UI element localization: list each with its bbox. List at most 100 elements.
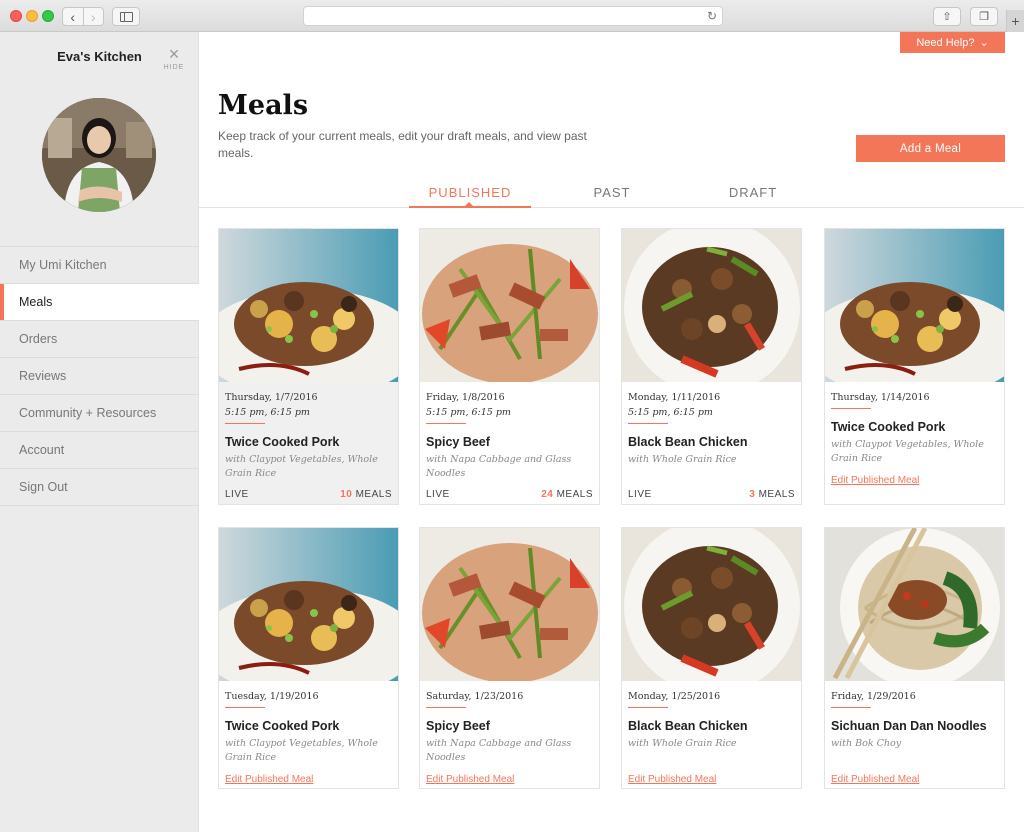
meal-card[interactable]: Monday, 1/25/2016 Black Bean Chicken wit… bbox=[621, 527, 802, 789]
meal-name: Twice Cooked Pork bbox=[831, 420, 946, 434]
meal-card[interactable]: Monday, 1/11/2016 5:15 pm, 6:15 pm Black… bbox=[621, 228, 802, 505]
meal-photo bbox=[219, 229, 398, 382]
divider bbox=[831, 707, 871, 708]
maximize-window-button[interactable] bbox=[42, 10, 54, 22]
meal-card[interactable]: Friday, 1/29/2016 Sichuan Dan Dan Noodle… bbox=[824, 527, 1005, 789]
meal-name: Spicy Beef bbox=[426, 435, 490, 449]
chevron-down-icon: ⌄ bbox=[979, 37, 989, 49]
reload-icon[interactable]: ↻ bbox=[707, 9, 717, 23]
minimize-window-button[interactable] bbox=[26, 10, 38, 22]
meal-tabs: PUBLISHED PAST DRAFT bbox=[199, 182, 1024, 208]
meal-card-body: Saturday, 1/23/2016 Spicy Beef with Napa… bbox=[420, 681, 599, 764]
status-badge: LIVE bbox=[426, 489, 450, 500]
edit-published-meal-link[interactable]: Edit Published Meal bbox=[831, 475, 919, 486]
edit-published-meal-link[interactable]: Edit Published Meal bbox=[628, 774, 716, 785]
sidebar-item-my-umi-kitchen[interactable]: My Umi Kitchen bbox=[0, 247, 199, 284]
meal-photo bbox=[825, 528, 1004, 681]
meal-photo bbox=[420, 528, 599, 681]
sidebar-icon bbox=[119, 11, 133, 22]
meal-status-row: LIVE 3 MEALS bbox=[628, 489, 795, 500]
show-tabs-button[interactable]: ❐ bbox=[970, 7, 998, 26]
hide-sidebar-button[interactable]: × HIDE bbox=[163, 44, 185, 71]
divider bbox=[628, 423, 668, 424]
meal-name: Black Bean Chicken bbox=[628, 719, 748, 733]
sidebar-item-reviews[interactable]: Reviews bbox=[0, 358, 199, 395]
sidebar-toggle-button[interactable] bbox=[112, 7, 140, 26]
meal-card-body: Thursday, 1/14/2016 Twice Cooked Pork wi… bbox=[825, 382, 1004, 465]
meal-card-body: Friday, 1/29/2016 Sichuan Dan Dan Noodle… bbox=[825, 681, 1004, 751]
meal-sides: with Whole Grain Rice bbox=[628, 454, 737, 465]
close-window-button[interactable] bbox=[10, 10, 22, 22]
meal-date: Friday, 1/29/2016 bbox=[831, 691, 916, 702]
edit-published-meal-link[interactable]: Edit Published Meal bbox=[225, 774, 313, 785]
address-bar[interactable]: ↻ bbox=[303, 6, 723, 26]
forward-arrow-icon[interactable]: › bbox=[82, 8, 104, 25]
meal-photo bbox=[622, 229, 801, 382]
close-icon: × bbox=[168, 44, 180, 64]
sidebar-item-label: Reviews bbox=[19, 369, 67, 383]
sidebar-item-orders[interactable]: Orders bbox=[0, 321, 199, 358]
meal-photo bbox=[622, 528, 801, 681]
divider bbox=[628, 707, 668, 708]
meal-count-wrap: 10 MEALS bbox=[340, 489, 392, 500]
meal-time: 5:15 pm, 6:15 pm bbox=[225, 407, 310, 418]
sidebar-item-community-resources[interactable]: Community + Resources bbox=[0, 395, 199, 432]
add-meal-button[interactable]: Add a Meal bbox=[856, 135, 1005, 162]
meal-count-wrap: 3 MEALS bbox=[749, 489, 795, 500]
meal-name: Sichuan Dan Dan Noodles bbox=[831, 719, 987, 733]
meal-card-body: Monday, 1/25/2016 Black Bean Chicken wit… bbox=[622, 681, 801, 751]
sidebar-item-label: Account bbox=[19, 443, 65, 457]
share-icon: ⇧ bbox=[942, 11, 952, 23]
back-arrow-icon[interactable]: ‹ bbox=[63, 8, 83, 25]
meal-date: Monday, 1/25/2016 bbox=[628, 691, 721, 702]
meal-count: 10 bbox=[340, 489, 353, 500]
chef-portrait bbox=[42, 98, 156, 212]
plus-icon: + bbox=[1011, 13, 1020, 29]
new-tab-button[interactable]: + bbox=[1006, 10, 1024, 32]
meal-name: Spicy Beef bbox=[426, 719, 490, 733]
divider bbox=[225, 707, 265, 708]
tab-draft[interactable]: DRAFT bbox=[692, 185, 814, 200]
avatar bbox=[42, 98, 156, 212]
divider bbox=[426, 423, 466, 424]
sidebar-item-sign-out[interactable]: Sign Out bbox=[0, 469, 199, 506]
tab-past[interactable]: PAST bbox=[551, 185, 673, 200]
meal-card[interactable]: Thursday, 1/14/2016 Twice Cooked Pork wi… bbox=[824, 228, 1005, 505]
meal-count-wrap: 24 MEALS bbox=[541, 489, 593, 500]
meal-date: Thursday, 1/7/2016 bbox=[225, 392, 318, 403]
sidebar-item-meals[interactable]: Meals bbox=[0, 284, 199, 321]
meal-time: 5:15 pm, 6:15 pm bbox=[426, 407, 511, 418]
sidebar-item-label: My Umi Kitchen bbox=[19, 258, 107, 272]
meal-date: Tuesday, 1/19/2016 bbox=[225, 691, 319, 702]
meal-card[interactable]: Tuesday, 1/19/2016 Twice Cooked Pork wit… bbox=[218, 527, 399, 789]
meal-name: Black Bean Chicken bbox=[628, 435, 748, 449]
meal-date: Saturday, 1/23/2016 bbox=[426, 691, 524, 702]
meal-card[interactable]: Thursday, 1/7/2016 5:15 pm, 6:15 pm Twic… bbox=[218, 228, 399, 505]
hide-label: HIDE bbox=[163, 64, 185, 71]
meal-sides: with Claypot Vegetables, Whole Grain Ric… bbox=[225, 454, 378, 479]
meal-card[interactable]: Saturday, 1/23/2016 Spicy Beef with Napa… bbox=[419, 527, 600, 789]
browser-toolbar: ‹ › ↻ ⇧ ❐ + bbox=[0, 0, 1024, 32]
divider bbox=[426, 707, 466, 708]
sidebar-item-account[interactable]: Account bbox=[0, 432, 199, 469]
meal-count-label: MEALS bbox=[758, 489, 795, 500]
need-help-button[interactable]: Need Help? ⌄ bbox=[900, 32, 1005, 53]
meal-date: Thursday, 1/14/2016 bbox=[831, 392, 930, 403]
edit-published-meal-link[interactable]: Edit Published Meal bbox=[831, 774, 919, 785]
tab-published[interactable]: PUBLISHED bbox=[409, 185, 531, 200]
share-button[interactable]: ⇧ bbox=[933, 7, 961, 26]
page-title: Meals bbox=[218, 90, 309, 121]
meal-sides: with Claypot Vegetables, Whole Grain Ric… bbox=[831, 439, 984, 464]
divider bbox=[831, 408, 871, 409]
meal-sides: with Napa Cabbage and Glass Noodles bbox=[426, 454, 572, 479]
meal-card-body: Monday, 1/11/2016 5:15 pm, 6:15 pm Black… bbox=[622, 382, 801, 467]
meal-name: Twice Cooked Pork bbox=[225, 435, 340, 449]
page-subtitle: Keep track of your current meals, edit y… bbox=[218, 129, 587, 160]
meal-sides: with Whole Grain Rice bbox=[628, 738, 737, 749]
edit-published-meal-link[interactable]: Edit Published Meal bbox=[426, 774, 514, 785]
meal-card[interactable]: Friday, 1/8/2016 5:15 pm, 6:15 pm Spicy … bbox=[419, 228, 600, 505]
history-nav: ‹ › bbox=[62, 7, 104, 26]
meal-time: 5:15 pm, 6:15 pm bbox=[628, 407, 713, 418]
sidebar-nav: My Umi Kitchen Meals Orders Reviews Comm… bbox=[0, 246, 199, 506]
sidebar-item-label: Orders bbox=[19, 332, 58, 346]
